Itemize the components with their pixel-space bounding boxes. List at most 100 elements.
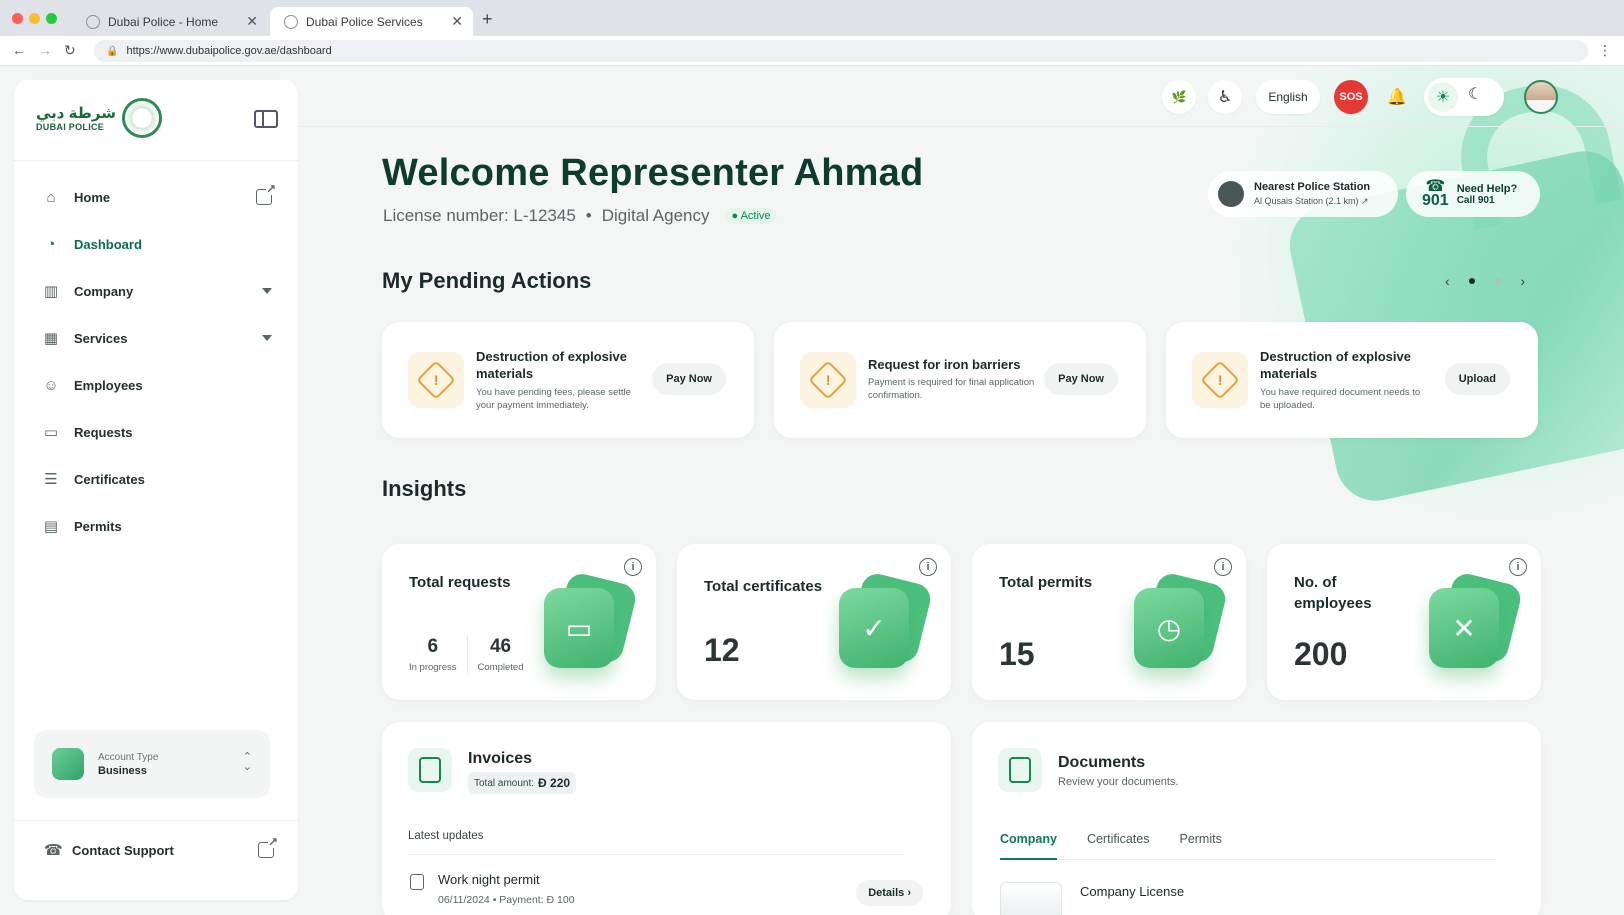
sun-icon[interactable]: ☀	[1428, 82, 1458, 112]
external-link-icon[interactable]	[258, 836, 278, 858]
reload-icon[interactable]: ↻	[64, 42, 76, 59]
phone-icon: ☎ 901	[1422, 178, 1449, 209]
account-type-switcher[interactable]: Account Type Business ⌃ ⌄	[34, 730, 270, 798]
minimize-window-icon[interactable]	[29, 13, 40, 24]
maximize-window-icon[interactable]	[46, 13, 57, 24]
info-icon[interactable]: i	[919, 558, 937, 576]
sos-button[interactable]: SOS	[1334, 80, 1368, 114]
upload-button[interactable]: Upload	[1444, 363, 1510, 395]
chevron-up-down-icon[interactable]: ⌃ ⌄	[243, 752, 252, 773]
sidebar-item-employees[interactable]: ☺ Employees	[42, 373, 272, 397]
sidebar-item-label: Dashboard	[74, 236, 142, 252]
insight-card-certificates: Total certificates i 12 ✓	[677, 544, 951, 700]
details-button[interactable]: Details ›	[856, 880, 923, 906]
nearest-station-card[interactable]: Nearest Police Station Al Qusais Station…	[1208, 171, 1398, 217]
warning-icon: !	[1192, 352, 1248, 408]
chevron-right-icon[interactable]: ›	[1520, 273, 1525, 289]
browser-tab-home[interactable]: Dubai Police - Home ✕	[72, 7, 268, 36]
requests-breakdown: 6 In progress 46 Completed	[409, 636, 533, 673]
documents-title: Documents	[1058, 754, 1146, 771]
contact-support-link[interactable]: ☎ Contact Support	[44, 836, 278, 862]
document-icon	[410, 874, 424, 890]
browser-tab-label: Dubai Police Services	[306, 14, 423, 29]
pending-action-card: ! Request for iron barriers Payment is r…	[774, 322, 1146, 438]
pay-now-button[interactable]: Pay Now	[1044, 363, 1118, 395]
insight-value: 15	[999, 636, 1035, 672]
chevron-down-icon[interactable]	[262, 288, 272, 294]
new-tab-icon[interactable]: +	[482, 9, 493, 30]
sidebar-item-company[interactable]: ▥ Company	[42, 279, 272, 303]
info-icon[interactable]: i	[624, 558, 642, 576]
completed-label: Completed	[477, 662, 524, 673]
moon-icon[interactable]: ☾	[1468, 84, 1482, 104]
dubai-police-logo[interactable]: شرطة دبي DUBAI POLICE	[36, 98, 162, 138]
insight-title: Total certificates	[704, 578, 823, 595]
document-thumbnail[interactable]	[1000, 882, 1062, 915]
language-selector[interactable]: English	[1256, 80, 1320, 114]
sidebar-item-services[interactable]: ▦ Services	[42, 326, 272, 350]
external-link-icon[interactable]	[256, 183, 276, 205]
browser-menu-icon[interactable]: ⋮	[1598, 42, 1612, 59]
sidebar-toggle-icon[interactable]	[254, 110, 278, 128]
help-title: Need Help?	[1456, 182, 1518, 195]
agency-name: Digital Agency	[601, 206, 710, 225]
forward-icon[interactable]: →	[38, 42, 52, 58]
documents-subtitle: Review your documents.	[1058, 776, 1179, 788]
close-tab-icon[interactable]: ✕	[246, 13, 258, 30]
close-window-icon[interactable]	[12, 13, 23, 24]
warning-icon: !	[408, 352, 464, 408]
sidebar-item-label: Requests	[74, 424, 133, 440]
action-title: Destruction of explosive materials	[1260, 349, 1411, 381]
station-title: Nearest Police Station	[1254, 181, 1371, 193]
tab-certificates[interactable]: Certificates	[1087, 830, 1150, 859]
sidebar-item-label: Permits	[74, 518, 122, 534]
divider	[14, 820, 298, 821]
license-number: License number: L-12345	[383, 206, 576, 225]
station-text: Nearest Police Station Al Qusais Station…	[1254, 181, 1370, 207]
document-name[interactable]: Company License	[1080, 884, 1184, 899]
browser-tabbar: Dubai Police - Home ✕ Dubai Police Servi…	[0, 0, 1624, 36]
action-title: Request for iron barriers	[868, 357, 1021, 372]
completed-count: 46	[489, 636, 512, 657]
url-input[interactable]: 🔒 https://www.dubaipolice.gov.ae/dashboa…	[94, 40, 1588, 62]
avatar[interactable]	[1524, 80, 1558, 114]
sidebar-item-dashboard[interactable]: ◔ Dashboard	[42, 232, 272, 256]
logo-arabic: شرطة دبي	[36, 105, 116, 122]
pay-now-button[interactable]: Pay Now	[652, 363, 726, 395]
sidebar-item-home[interactable]: ⌂ Home	[42, 183, 276, 209]
chevron-down-icon[interactable]	[262, 335, 272, 341]
need-help-card[interactable]: ☎ 901 Need Help? Call 901	[1406, 171, 1540, 217]
sidebar-item-certificates[interactable]: ☰ Certificates	[42, 467, 272, 491]
close-tab-icon[interactable]: ✕	[451, 13, 463, 30]
certificate-check-icon: ✓	[839, 570, 934, 670]
accessibility-icon[interactable]: ♿	[1208, 80, 1242, 114]
browser-tab-services[interactable]: Dubai Police Services ✕	[270, 7, 473, 36]
insight-value: 12	[704, 632, 740, 668]
browser-tab-label: Dubai Police - Home	[108, 14, 219, 29]
sidebar-item-permits[interactable]: ▤ Permits	[42, 514, 272, 538]
location-pin-icon	[1218, 181, 1244, 207]
tab-company[interactable]: Company	[1000, 830, 1057, 860]
station-subtitle: Al Qusais Station (2.1 km) ↗	[1254, 196, 1369, 206]
chevron-left-icon[interactable]: ‹	[1445, 273, 1450, 289]
leaf-icon[interactable]: 🌿	[1162, 80, 1196, 114]
theme-toggle[interactable]: ☀ ☾	[1424, 78, 1504, 116]
request-document-icon: ▭	[544, 570, 639, 670]
action-description: Payment is required for final applicatio…	[868, 377, 1035, 401]
back-icon[interactable]: ←	[12, 42, 26, 58]
sidebar-item-requests[interactable]: ▭ Requests	[42, 420, 272, 444]
invoice-icon	[408, 748, 452, 792]
info-icon[interactable]: i	[1509, 558, 1527, 576]
sidebar-item-label: Company	[74, 283, 134, 299]
carousel-dot-active[interactable]	[1469, 278, 1476, 284]
carousel-dot[interactable]	[1494, 278, 1501, 284]
permit-clock-icon: ◷	[1134, 570, 1229, 670]
tab-permits[interactable]: Permits	[1179, 830, 1221, 859]
info-icon[interactable]: i	[1214, 558, 1232, 576]
insight-card-permits: Total permits i 15 ◷	[972, 544, 1246, 700]
logo-english: DUBAI POLICE	[36, 122, 105, 132]
bell-icon[interactable]: 🔔	[1380, 80, 1414, 114]
employee-document-icon: ✕	[1429, 570, 1524, 670]
sidebar: شرطة دبي DUBAI POLICE ⌂ Home ◔ Dashboard…	[14, 80, 298, 900]
header-divider	[298, 126, 1624, 127]
